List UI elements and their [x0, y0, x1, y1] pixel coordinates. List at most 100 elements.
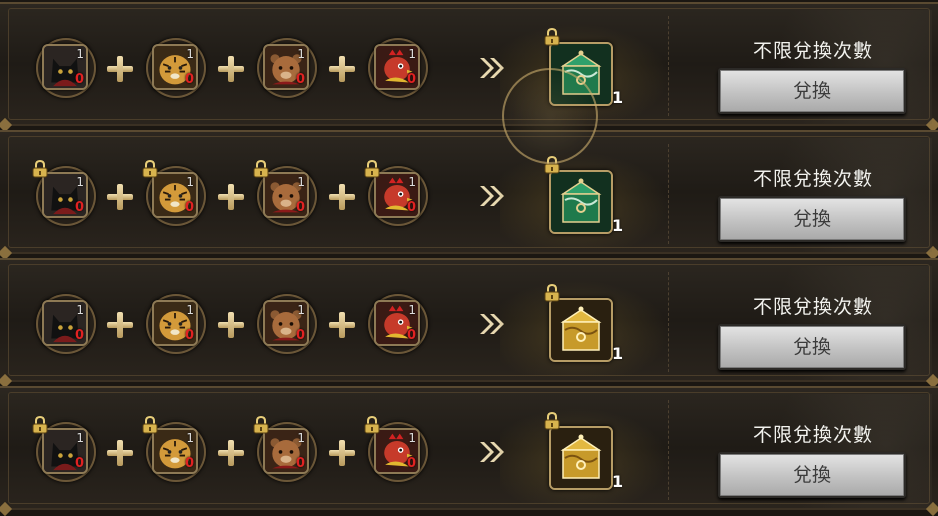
- owned-count: 0: [184, 200, 194, 215]
- exchange-row: 1 0 1 0 1 0 1 0 1 不限兌換次數 兌換: [0, 386, 938, 516]
- owned-count: 0: [295, 200, 305, 215]
- material-slot-cat[interactable]: 10: [36, 294, 96, 354]
- rooster-mask-icon: 10: [374, 428, 420, 474]
- required-count: 1: [297, 175, 305, 189]
- padlock-icon: [142, 415, 158, 434]
- material-slot-bear[interactable]: 10: [257, 38, 317, 98]
- padlock-icon: [32, 159, 48, 178]
- rooster-mask-icon: 10: [374, 300, 420, 346]
- material-slot-tiger[interactable]: 10: [142, 159, 206, 226]
- required-count: 1: [297, 47, 305, 61]
- required-count: 1: [408, 303, 416, 317]
- material-slot-bear[interactable]: 10: [253, 415, 317, 482]
- required-count: 1: [408, 47, 416, 61]
- required-count: 1: [408, 175, 416, 189]
- exchange-limit-text: 不限兌換次數: [752, 424, 873, 446]
- required-count: 1: [76, 175, 84, 189]
- required-count: 1: [186, 303, 194, 317]
- exchange-limit-text: 不限兌換次數: [752, 40, 873, 62]
- bear-mask-icon: 10: [263, 172, 309, 218]
- exchange-button[interactable]: 兌換: [718, 68, 906, 114]
- exchange-row: 1 0 1 0 1 0 1 0 1 不限兌換次數 兌換: [0, 258, 938, 389]
- exchange-row: 1 0 1 0 1 0 1 0 1 不限兌換次數 兌換: [0, 130, 938, 261]
- required-count: 1: [76, 431, 84, 445]
- required-count: 1: [297, 303, 305, 317]
- padlock-icon: [253, 415, 269, 434]
- reward-count: 1: [612, 88, 624, 107]
- tiger-mask-icon: 10: [152, 300, 198, 346]
- plus-icon: [107, 184, 133, 210]
- owned-count: 0: [406, 200, 416, 215]
- plus-icon: [107, 440, 133, 466]
- plus-icon: [107, 312, 133, 338]
- cat-mask-icon: 10: [42, 172, 88, 218]
- exchange-list: 1 0 1 0 1 0 1 0 1 不限兌換次數 兌換 1 0 1 0 1 0 1 0 1 不限兌換次數 兌換 1 0 1 0 1 0…: [0, 0, 938, 516]
- padlock-icon: [364, 415, 380, 434]
- bear-mask-icon: 10: [263, 428, 309, 474]
- required-count: 1: [186, 47, 194, 61]
- tiger-mask-icon: 10: [152, 44, 198, 90]
- plus-icon: [329, 312, 355, 338]
- padlock-icon: [253, 159, 269, 178]
- material-slot-tiger[interactable]: 10: [146, 294, 206, 354]
- plus-icon: [218, 312, 244, 338]
- required-count: 1: [408, 431, 416, 445]
- cat-mask-icon: 10: [42, 300, 88, 346]
- exchange-button[interactable]: 兌換: [718, 196, 906, 242]
- exchange-button[interactable]: 兌換: [718, 324, 906, 370]
- owned-count: 0: [74, 72, 84, 87]
- material-slot-tiger[interactable]: 10: [146, 38, 206, 98]
- reward-count: 1: [612, 472, 624, 491]
- required-count: 1: [186, 175, 194, 189]
- required-count: 1: [186, 431, 194, 445]
- owned-count: 0: [184, 456, 194, 471]
- gold-chest-icon[interactable]: [549, 298, 613, 362]
- bear-mask-icon: 10: [263, 44, 309, 90]
- exchange-row: 1 0 1 0 1 0 1 0 1 不限兌換次數 兌換: [0, 2, 938, 164]
- jade-chest-icon[interactable]: [549, 170, 613, 234]
- material-slot-bear[interactable]: 10: [253, 159, 317, 226]
- owned-count: 0: [184, 72, 194, 87]
- owned-count: 0: [406, 328, 416, 343]
- required-count: 1: [297, 431, 305, 445]
- material-slot-rooster[interactable]: 10: [364, 415, 428, 482]
- plus-icon: [107, 56, 133, 82]
- padlock-icon: [544, 27, 562, 50]
- cat-mask-icon: 10: [42, 428, 88, 474]
- plus-icon: [329, 440, 355, 466]
- row-corner-ornament: [0, 501, 13, 516]
- owned-count: 0: [74, 200, 84, 215]
- material-slot-cat[interactable]: 10: [36, 38, 96, 98]
- rooster-mask-icon: 10: [374, 44, 420, 90]
- plus-icon: [218, 440, 244, 466]
- padlock-icon: [32, 415, 48, 434]
- material-slot-rooster[interactable]: 10: [364, 159, 428, 226]
- material-slot-rooster[interactable]: 10: [368, 294, 428, 354]
- divider: [668, 144, 669, 244]
- gold-chest-icon[interactable]: [549, 426, 613, 490]
- material-slot-cat[interactable]: 10: [32, 159, 96, 226]
- material-slot-rooster[interactable]: 10: [368, 38, 428, 98]
- touch-ripple: [502, 68, 598, 164]
- exchange-button[interactable]: 兌換: [718, 452, 906, 498]
- owned-count: 0: [295, 72, 305, 87]
- tiger-mask-icon: 10: [152, 428, 198, 474]
- plus-icon: [218, 56, 244, 82]
- owned-count: 0: [74, 328, 84, 343]
- divider: [668, 400, 669, 500]
- plus-icon: [329, 184, 355, 210]
- material-slot-cat[interactable]: 10: [32, 415, 96, 482]
- reward-count: 1: [612, 216, 624, 235]
- padlock-icon: [364, 159, 380, 178]
- bear-mask-icon: 10: [263, 300, 309, 346]
- material-slot-bear[interactable]: 10: [257, 294, 317, 354]
- reward-count: 1: [612, 344, 624, 363]
- divider: [668, 16, 669, 116]
- required-count: 1: [76, 47, 84, 61]
- material-slot-tiger[interactable]: 10: [142, 415, 206, 482]
- cat-mask-icon: 10: [42, 44, 88, 90]
- owned-count: 0: [406, 456, 416, 471]
- owned-count: 0: [295, 456, 305, 471]
- divider: [668, 272, 669, 372]
- plus-icon: [329, 56, 355, 82]
